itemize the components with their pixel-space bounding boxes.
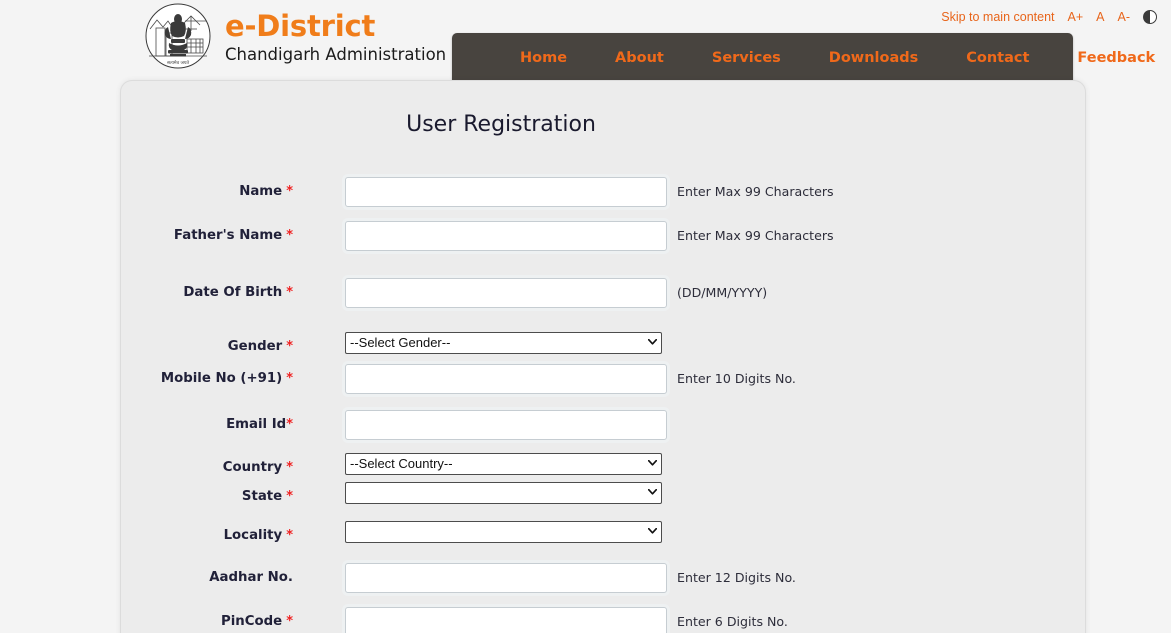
hint-name: Enter Max 99 Characters: [677, 184, 834, 199]
contrast-toggle-icon[interactable]: [1143, 10, 1157, 24]
input-mobile_no[interactable]: [345, 364, 667, 394]
required-marker-name: *: [286, 184, 293, 199]
skip-to-main-content-link[interactable]: Skip to main content: [941, 10, 1054, 24]
page-title: User Registration: [406, 112, 596, 137]
required-marker-gender: *: [286, 339, 293, 354]
label-email_id: Email Id*: [121, 410, 293, 440]
label-state: State *: [121, 482, 293, 512]
nav-item-services[interactable]: Services: [712, 25, 781, 75]
input-fathers_name[interactable]: [345, 221, 667, 251]
form-row-aadhar_no: Aadhar No. Enter 12 Digits No.: [121, 563, 1087, 593]
svg-text:सत्यमेव जयते: सत्यमेव जयते: [167, 59, 190, 66]
font-normal-button[interactable]: A: [1096, 10, 1104, 24]
label-text-mobile_no: Mobile No (+91): [160, 371, 283, 386]
label-text-gender: Gender: [227, 339, 283, 354]
required-marker-mobile_no: *: [286, 371, 293, 386]
form-row-name: Name * Enter Max 99 Characters: [121, 177, 1087, 207]
form-row-locality: Locality *: [121, 521, 1087, 551]
font-decrease-button[interactable]: A-: [1118, 10, 1131, 24]
page-root: Skip to main content A+ A A- सत्यमेव जयत…: [0, 0, 1171, 633]
label-text-date_of_birth: Date Of Birth: [183, 285, 283, 300]
hint-pincode: Enter 6 Digits No.: [677, 614, 788, 629]
label-aadhar_no: Aadhar No.: [121, 563, 293, 593]
select-gender[interactable]: --Select Gender--: [345, 332, 662, 354]
nav-item-list: Home About Services Downloads Contact Feedbac…: [452, 33, 1155, 66]
india-state-emblem-icon: सत्यमेव जयते: [145, 3, 211, 69]
label-text-aadhar_no: Aadhar No.: [209, 570, 293, 585]
form-row-mobile_no: Mobile No (+91) * Enter 10 Digits No.: [121, 364, 1087, 394]
form-row-country: Country * --Select Country--: [121, 453, 1087, 483]
nav-item-feedback[interactable]: Feedback: [1077, 25, 1155, 75]
select-state[interactable]: [345, 482, 662, 504]
accessibility-bar: Skip to main content A+ A A-: [941, 10, 1157, 24]
label-name: Name *: [121, 177, 293, 207]
brand-text: e-District Chandigarh Administration: [225, 12, 446, 64]
hint-fathers_name: Enter Max 99 Characters: [677, 228, 834, 243]
brand-subtitle: Chandigarh Administration: [225, 45, 447, 65]
input-pincode[interactable]: [345, 607, 667, 633]
hint-mobile_no: Enter 10 Digits No.: [677, 371, 796, 386]
form-row-pincode: PinCode * Enter 6 Digits No.: [121, 607, 1087, 633]
select-locality[interactable]: [345, 521, 662, 543]
hint-date_of_birth: (DD/MM/YYYY): [677, 285, 768, 300]
font-increase-button[interactable]: A+: [1068, 10, 1084, 24]
content-panel: User Registration Name * Enter Max 99 Char…: [120, 80, 1086, 633]
label-date_of_birth: Date Of Birth *: [121, 278, 293, 308]
input-email_id[interactable]: [345, 410, 667, 440]
label-text-pincode: PinCode: [220, 614, 283, 629]
label-mobile_no: Mobile No (+91) *: [121, 364, 293, 394]
nav-item-about[interactable]: About: [615, 25, 664, 75]
form-row-state: State *: [121, 482, 1087, 512]
label-text-fathers_name: Father's Name: [173, 228, 283, 243]
input-aadhar_no[interactable]: [345, 563, 667, 593]
form-row-date_of_birth: Date Of Birth * (DD/MM/YYYY): [121, 278, 1087, 308]
form-row-fathers_name: Father's Name * Enter Max 99 Characters: [121, 221, 1087, 251]
nav-item-downloads[interactable]: Downloads: [829, 25, 918, 75]
select-country[interactable]: --Select Country--: [345, 453, 662, 475]
label-gender: Gender *: [121, 332, 293, 362]
label-text-email_id: Email Id: [226, 417, 287, 432]
input-date_of_birth[interactable]: [345, 278, 667, 308]
required-marker-pincode: *: [286, 614, 293, 629]
label-country: Country *: [121, 453, 293, 483]
site-logo[interactable]: सत्यमेव जयते e-District Chandigarh Admin…: [141, 1, 446, 75]
required-marker-email_id: *: [286, 417, 293, 432]
main-navigation: Home About Services Downloads Contact Feedbac…: [452, 33, 1155, 83]
required-marker-state: *: [286, 489, 293, 504]
required-marker-country: *: [286, 460, 293, 475]
nav-item-contact[interactable]: Contact: [966, 25, 1029, 75]
label-text-locality: Locality: [223, 528, 283, 543]
brand-title: e-District: [225, 9, 376, 44]
form-row-email_id: Email Id*: [121, 410, 1087, 440]
required-marker-date_of_birth: *: [286, 285, 293, 300]
label-text-state: State: [241, 489, 283, 504]
label-fathers_name: Father's Name *: [121, 221, 293, 251]
label-text-country: Country: [222, 460, 283, 475]
nav-item-home[interactable]: Home: [520, 25, 567, 75]
required-marker-locality: *: [286, 528, 293, 543]
label-text-name: Name: [239, 184, 283, 199]
label-pincode: PinCode *: [121, 607, 293, 633]
input-name[interactable]: [345, 177, 667, 207]
form-row-gender: Gender * --Select Gender--: [121, 332, 1087, 362]
hint-aadhar_no: Enter 12 Digits No.: [677, 570, 796, 585]
required-marker-fathers_name: *: [286, 228, 293, 243]
label-locality: Locality *: [121, 521, 293, 551]
